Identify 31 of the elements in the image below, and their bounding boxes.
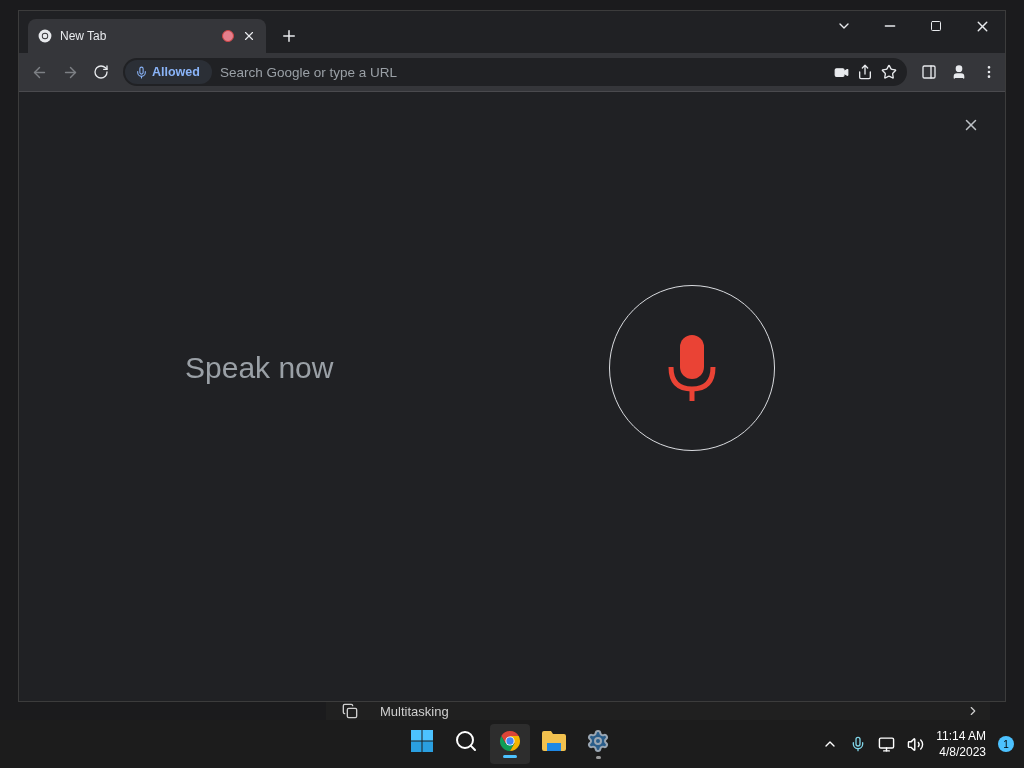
address-bar[interactable]: Allowed Search Google or type a URL <box>123 58 907 86</box>
settings-row[interactable]: Multitasking <box>326 702 990 720</box>
side-panel-icon[interactable] <box>921 64 937 80</box>
reload-icon[interactable] <box>93 64 109 80</box>
speak-now-prompt: Speak now <box>185 350 335 385</box>
taskbar-app[interactable] <box>490 724 530 764</box>
tab-title: New Tab <box>60 29 108 43</box>
windows-logo-icon <box>410 729 434 753</box>
close-icon[interactable] <box>242 29 256 43</box>
share-icon[interactable] <box>857 64 873 80</box>
bookmark-star-icon[interactable] <box>881 64 897 80</box>
new-tab-icon[interactable] <box>280 27 298 45</box>
profile-icon[interactable] <box>951 64 967 80</box>
clock[interactable]: 11:14 AM 4/8/2023 <box>936 728 986 760</box>
maximize-icon[interactable] <box>930 20 942 32</box>
folder-icon <box>541 730 567 752</box>
volume-icon[interactable] <box>907 735 925 753</box>
chrome-logo-icon <box>38 29 52 43</box>
chrome-logo-icon <box>499 730 521 752</box>
clock-date: 4/8/2023 <box>939 744 986 760</box>
multitasking-icon <box>342 703 358 719</box>
settings-item-title: Multitasking <box>380 703 450 719</box>
gear-icon <box>586 729 610 753</box>
clock-time: 11:14 AM <box>936 728 986 744</box>
search-icon <box>454 729 478 753</box>
microphone-icon <box>668 334 716 401</box>
microphone-icon <box>135 65 148 79</box>
permission-chip[interactable]: Allowed <box>125 60 212 84</box>
address-placeholder: Search Google or type a URL <box>219 64 399 80</box>
notification-badge[interactable]: 1 <box>998 736 1014 752</box>
browser-tab[interactable]: New Tab <box>28 19 266 53</box>
